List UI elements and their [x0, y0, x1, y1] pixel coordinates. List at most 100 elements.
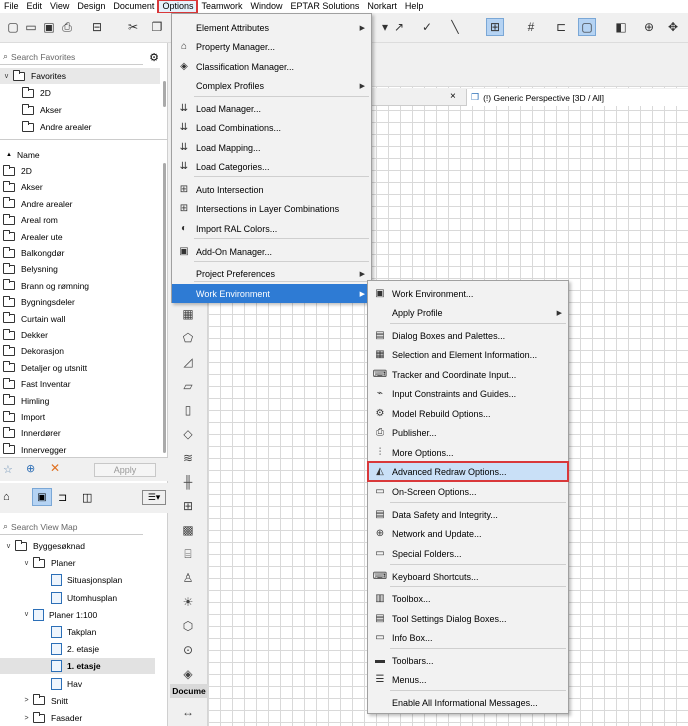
menu-item-load-categories[interactable]: ⇊ Load Categories...	[172, 157, 371, 176]
list-item[interactable]: Detaljer og utsnitt	[0, 360, 155, 376]
menu-item-load-manager[interactable]: ⇊ Load Manager...	[172, 99, 371, 118]
menu-item-menus[interactable]: ☰ Menus...	[368, 670, 568, 689]
menu-item-import-ral-colors[interactable]: ◐ Import RAL Colors...	[172, 219, 371, 238]
list-item[interactable]: Import	[0, 409, 155, 425]
add-favorite-icon[interactable]: ⊕	[26, 462, 35, 475]
print-setup-icon[interactable]: ⊟	[88, 18, 106, 36]
favorites-search-input[interactable]: Search Favorites	[11, 52, 75, 62]
layout-book-icon[interactable]: ⊐	[58, 491, 67, 504]
viewport-tab-3d[interactable]: ❒ (!) Generic Perspective [3D / All]	[466, 89, 688, 106]
chevron-right-icon[interactable]: >	[22, 715, 31, 722]
menu-teamwork[interactable]: Teamwork	[197, 0, 246, 13]
menu-item-on-screen-options[interactable]: ▭ On-Screen Options...	[368, 482, 568, 501]
menu-edit[interactable]: Edit	[23, 0, 47, 13]
layers-icon[interactable]: ◧	[612, 18, 630, 36]
list-item[interactable]: Himling	[0, 393, 155, 409]
favorites-item[interactable]: Andre arealer	[22, 119, 92, 135]
close-tab-icon[interactable]: ×	[450, 91, 456, 102]
menu-window[interactable]: Window	[246, 0, 286, 13]
slab-tool-icon[interactable]: ⬠	[178, 329, 198, 347]
open-folder-icon[interactable]: ▭	[22, 18, 40, 36]
project-map-icon[interactable]: ⌂	[3, 491, 10, 503]
line-tool-icon[interactable]: ╲	[446, 18, 464, 36]
menu-item-toolbars[interactable]: ▬ Toolbars...	[368, 651, 568, 670]
menu-item-info-box[interactable]: ▭ Info Box...	[368, 628, 568, 647]
morph-tool-icon[interactable]: ▩	[178, 521, 198, 539]
railing-tool-icon[interactable]: ╫	[178, 473, 198, 491]
beam-tool-icon[interactable]: ▱	[178, 377, 198, 395]
menu-item-publisher[interactable]: ⎙ Publisher...	[368, 423, 568, 442]
favorites-item[interactable]: Akser	[22, 102, 62, 118]
menu-help[interactable]: Help	[401, 0, 428, 13]
mesh-tool-icon[interactable]: ▦	[178, 305, 198, 323]
menu-item-tracker-and-coordinate-input[interactable]: ⌨ Tracker and Coordinate Input...	[368, 365, 568, 384]
frame-view-icon[interactable]: ▢	[578, 18, 596, 36]
column-tool-icon[interactable]: ▯	[178, 401, 198, 419]
menu-view[interactable]: View	[46, 0, 73, 13]
menu-item-element-attributes[interactable]: Element Attributes ▶	[172, 18, 371, 37]
menu-item-tool-settings-dialog-boxes[interactable]: ▤ Tool Settings Dialog Boxes...	[368, 609, 568, 628]
viewmap-search-box[interactable]: ⌕ Search View Map	[0, 519, 143, 535]
list-item[interactable]: Belysning	[0, 261, 155, 277]
menu-design[interactable]: Design	[73, 0, 109, 13]
list-item[interactable]: Akser	[0, 179, 155, 195]
lamp-tool-icon[interactable]: ☀	[178, 593, 198, 611]
view-map-item[interactable]: v Byggesøknad	[0, 538, 155, 554]
menu-item-intersections-in-layer-combinations[interactable]: ⊞ Intersections in Layer Combinations	[172, 199, 371, 218]
view-map-item[interactable]: v Planer 1:100	[0, 607, 155, 623]
list-item[interactable]: Andre arealer	[0, 196, 155, 212]
delete-icon[interactable]: ✕	[50, 461, 60, 475]
menu-item-property-manager[interactable]: ⌂ Property Manager...	[172, 37, 371, 56]
zoom-icon[interactable]: ⊕	[640, 18, 658, 36]
menu-item-add-on-manager[interactable]: ▣ Add-On Manager...	[172, 242, 371, 261]
list-item[interactable]: Brann og rømning	[0, 278, 155, 294]
menu-item-network-and-update[interactable]: ⊕ Network and Update...	[368, 524, 568, 543]
favorites-item[interactable]: 2D	[22, 85, 51, 101]
favorites-search-box[interactable]: ⌕ Search Favorites	[0, 49, 143, 65]
list-item[interactable]: Balkongdør	[0, 245, 155, 261]
gear-icon[interactable]: ⚙	[146, 49, 162, 65]
menu-item-apply-profile[interactable]: Apply Profile ▶	[368, 303, 568, 322]
menu-item-complex-profiles[interactable]: Complex Profiles ▶	[172, 76, 371, 95]
copy-icon[interactable]: ❐	[148, 18, 166, 36]
list-item[interactable]: Fast Inventar	[0, 376, 155, 392]
menu-item-input-constraints-and-guides[interactable]: ⌁ Input Constraints and Guides...	[368, 384, 568, 403]
list-item[interactable]: Bygningsdeler	[0, 294, 155, 310]
menu-item-work-environment[interactable]: Work Environment ▶	[172, 284, 371, 303]
menu-item-auto-intersection[interactable]: ⊞ Auto Intersection	[172, 180, 371, 199]
star-icon[interactable]: ☆	[3, 463, 13, 476]
menu-item-classification-manager[interactable]: ◈ Classification Manager...	[172, 57, 371, 76]
menu-item-more-options[interactable]: ⫶ More Options...	[368, 443, 568, 462]
list-item[interactable]: 2D	[0, 163, 155, 179]
view-map-item[interactable]: > Snitt	[0, 693, 155, 709]
dimension-tool-icon[interactable]: ↔	[178, 703, 198, 721]
save-icon[interactable]: ▣	[40, 18, 58, 36]
list-item[interactable]: Innervegger	[0, 442, 155, 458]
menu-item-enable-all-informational-messages[interactable]: Enable All Informational Messages...	[368, 693, 568, 712]
chevron-down-icon[interactable]: v	[2, 73, 11, 80]
chevron-right-icon[interactable]: >	[22, 697, 31, 704]
cut-icon[interactable]: ✂	[124, 18, 142, 36]
menu-eptar-solutions[interactable]: EPTAR Solutions	[287, 0, 364, 13]
favorites-scrollbar[interactable]	[163, 81, 166, 107]
box-tool-icon[interactable]: ⬡	[178, 617, 198, 635]
arrow-tool-icon[interactable]: ↗	[390, 18, 408, 36]
pan-icon[interactable]: ✥	[664, 18, 682, 36]
curtain-wall-tool-icon[interactable]: ⊞	[178, 497, 198, 515]
menu-item-selection-and-element-information[interactable]: ▦ Selection and Element Information...	[368, 345, 568, 364]
marker-tool-icon[interactable]: ⊙	[178, 641, 198, 659]
grid-snap-icon[interactable]: #	[522, 18, 540, 36]
menu-item-dialog-boxes-and-palettes[interactable]: ▤ Dialog Boxes and Palettes...	[368, 326, 568, 345]
list-item[interactable]: Dekker	[0, 327, 155, 343]
new-file-icon[interactable]: ▢	[4, 18, 22, 36]
view-map-item[interactable]: v Planer	[0, 555, 155, 571]
document-section-header[interactable]: Docume	[170, 684, 208, 698]
publisher-sets-icon[interactable]: ◫	[82, 491, 92, 504]
print-icon[interactable]: ⎙	[58, 18, 76, 36]
menu-item-keyboard-shortcuts[interactable]: ⌨ Keyboard Shortcuts...	[368, 567, 568, 586]
menu-item-special-folders[interactable]: ▭ Special Folders...	[368, 544, 568, 563]
list-item[interactable]: Curtain wall	[0, 311, 155, 327]
ruler-icon[interactable]: ⊏	[552, 18, 570, 36]
list-item[interactable]: Areal rom	[0, 212, 155, 228]
list-scrollbar[interactable]	[163, 163, 166, 453]
